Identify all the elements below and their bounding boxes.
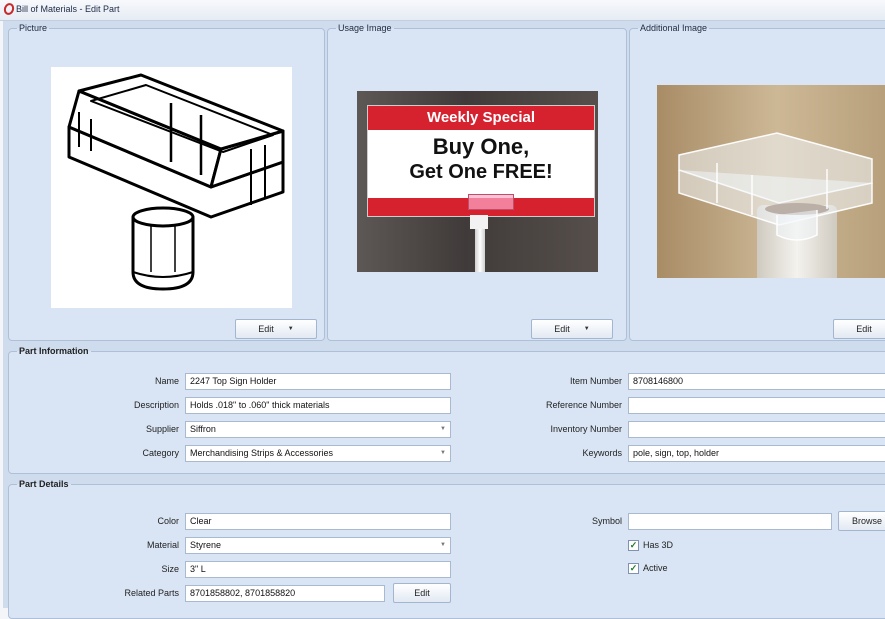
additional-image-group: Additional Image Edit bbox=[629, 23, 885, 341]
item-number-field[interactable]: 8708146800 bbox=[628, 373, 885, 390]
picture-group: Picture Edit ▼ bbox=[8, 23, 325, 341]
material-select[interactable]: Styrene ▼ bbox=[185, 537, 451, 554]
reference-number-label: Reference Number bbox=[545, 400, 622, 410]
has-3d-label: Has 3D bbox=[643, 540, 674, 550]
active-label: Active bbox=[643, 563, 668, 573]
part-details-group: Part Details Color Clear Material Styren… bbox=[8, 479, 885, 619]
picture-edit-label: Edit bbox=[258, 324, 274, 334]
checkmark-icon: ✓ bbox=[629, 563, 638, 573]
category-value: Merchandising Strips & Accessories bbox=[190, 448, 334, 458]
related-parts-edit-label: Edit bbox=[414, 588, 430, 598]
size-field[interactable]: 3" L bbox=[185, 561, 451, 578]
part-information-group: Part Information Name 2247 Top Sign Hold… bbox=[8, 346, 885, 474]
symbol-field[interactable] bbox=[628, 513, 832, 530]
keywords-label: Keywords bbox=[582, 448, 622, 458]
window-title: Bill of Materials - Edit Part bbox=[16, 4, 120, 14]
name-label: Name bbox=[154, 376, 179, 386]
supplier-label: Supplier bbox=[145, 424, 179, 434]
reference-number-field[interactable] bbox=[628, 397, 885, 414]
material-value: Styrene bbox=[190, 540, 222, 550]
sign-card: Weekly Special Buy One, Get One FREE! bbox=[367, 105, 595, 217]
inventory-number-field[interactable] bbox=[628, 421, 885, 438]
checkmark-icon: ✓ bbox=[629, 540, 638, 550]
supplier-value: Siffron bbox=[190, 424, 216, 434]
edit-part-form: Picture Edit ▼ Usage Image Weekly Specia… bbox=[3, 21, 885, 619]
active-checkbox[interactable]: ✓ bbox=[628, 563, 639, 574]
supplier-select[interactable]: Siffron ▼ bbox=[185, 421, 451, 438]
usage-image-label: Usage Image bbox=[338, 23, 392, 33]
usage-image-group: Usage Image Weekly Special Buy One, Get … bbox=[327, 23, 627, 341]
title-bar: Bill of Materials - Edit Part bbox=[0, 0, 885, 21]
name-field[interactable]: 2247 Top Sign Holder bbox=[185, 373, 451, 390]
chevron-down-icon[interactable]: ▼ bbox=[440, 446, 446, 461]
chevron-down-icon[interactable]: ▼ bbox=[584, 326, 590, 332]
sign-line-1: Buy One, bbox=[432, 134, 530, 159]
chevron-down-icon[interactable]: ▼ bbox=[288, 326, 294, 332]
description-field[interactable]: Holds .018" to .060" thick materials bbox=[185, 397, 451, 414]
usage-edit-label: Edit bbox=[554, 324, 570, 334]
sign-headline: Weekly Special bbox=[368, 106, 594, 130]
color-field[interactable]: Clear bbox=[185, 513, 451, 530]
usage-photo: Weekly Special Buy One, Get One FREE! bbox=[357, 91, 598, 272]
sign-holder-drawing bbox=[67, 73, 285, 291]
browse-label: Browse bbox=[851, 516, 882, 526]
additional-image-label: Additional Image bbox=[640, 23, 708, 33]
part-details-label: Part Details bbox=[19, 479, 69, 489]
size-label: Size bbox=[161, 564, 179, 574]
picture-image bbox=[51, 67, 292, 308]
related-parts-label: Related Parts bbox=[124, 588, 179, 598]
clear-holder-photo bbox=[678, 132, 873, 241]
inventory-number-label: Inventory Number bbox=[550, 424, 622, 434]
additional-edit-label: Edit bbox=[856, 324, 872, 334]
has-3d-checkbox[interactable]: ✓ bbox=[628, 540, 639, 551]
item-number-label: Item Number bbox=[569, 376, 622, 386]
app-logo-icon bbox=[2, 1, 16, 17]
picture-label: Picture bbox=[19, 23, 48, 33]
chevron-down-icon[interactable]: ▼ bbox=[440, 422, 446, 437]
color-label: Color bbox=[157, 516, 179, 526]
usage-edit-button[interactable]: Edit ▼ bbox=[531, 319, 613, 339]
related-parts-edit-button[interactable]: Edit bbox=[393, 583, 451, 603]
additional-photo bbox=[657, 85, 885, 278]
sign-line-2: Get One FREE! bbox=[409, 161, 553, 183]
description-label: Description bbox=[133, 400, 179, 410]
part-information-label: Part Information bbox=[19, 346, 89, 356]
related-parts-field[interactable]: 8701858802, 8701858820 bbox=[185, 585, 385, 602]
chevron-down-icon[interactable]: ▼ bbox=[440, 538, 446, 553]
browse-button[interactable]: Browse bbox=[838, 511, 885, 531]
category-select[interactable]: Merchandising Strips & Accessories ▼ bbox=[185, 445, 451, 462]
keywords-field[interactable]: pole, sign, top, holder bbox=[628, 445, 885, 462]
picture-edit-button[interactable]: Edit ▼ bbox=[235, 319, 317, 339]
symbol-label: Symbol bbox=[591, 516, 622, 526]
category-label: Category bbox=[142, 448, 179, 458]
material-label: Material bbox=[146, 540, 179, 550]
additional-edit-button[interactable]: Edit bbox=[833, 319, 885, 339]
